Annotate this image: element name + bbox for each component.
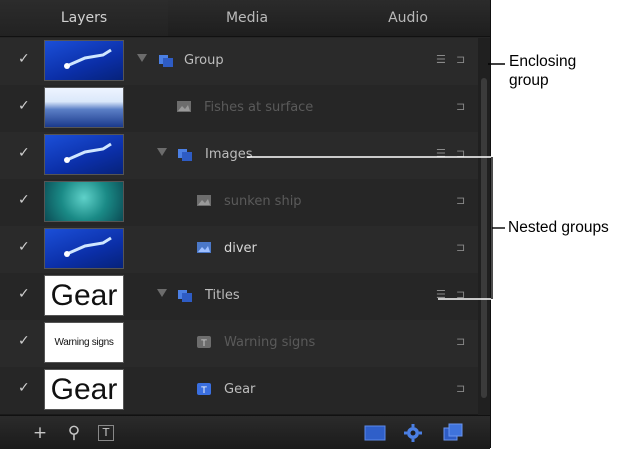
annotation-enclosing-group: Enclosing group — [509, 52, 576, 90]
annotation-line: group — [509, 72, 549, 89]
annotation-line: Enclosing — [509, 53, 577, 70]
annotation-nested-groups: Nested groups — [508, 219, 609, 236]
